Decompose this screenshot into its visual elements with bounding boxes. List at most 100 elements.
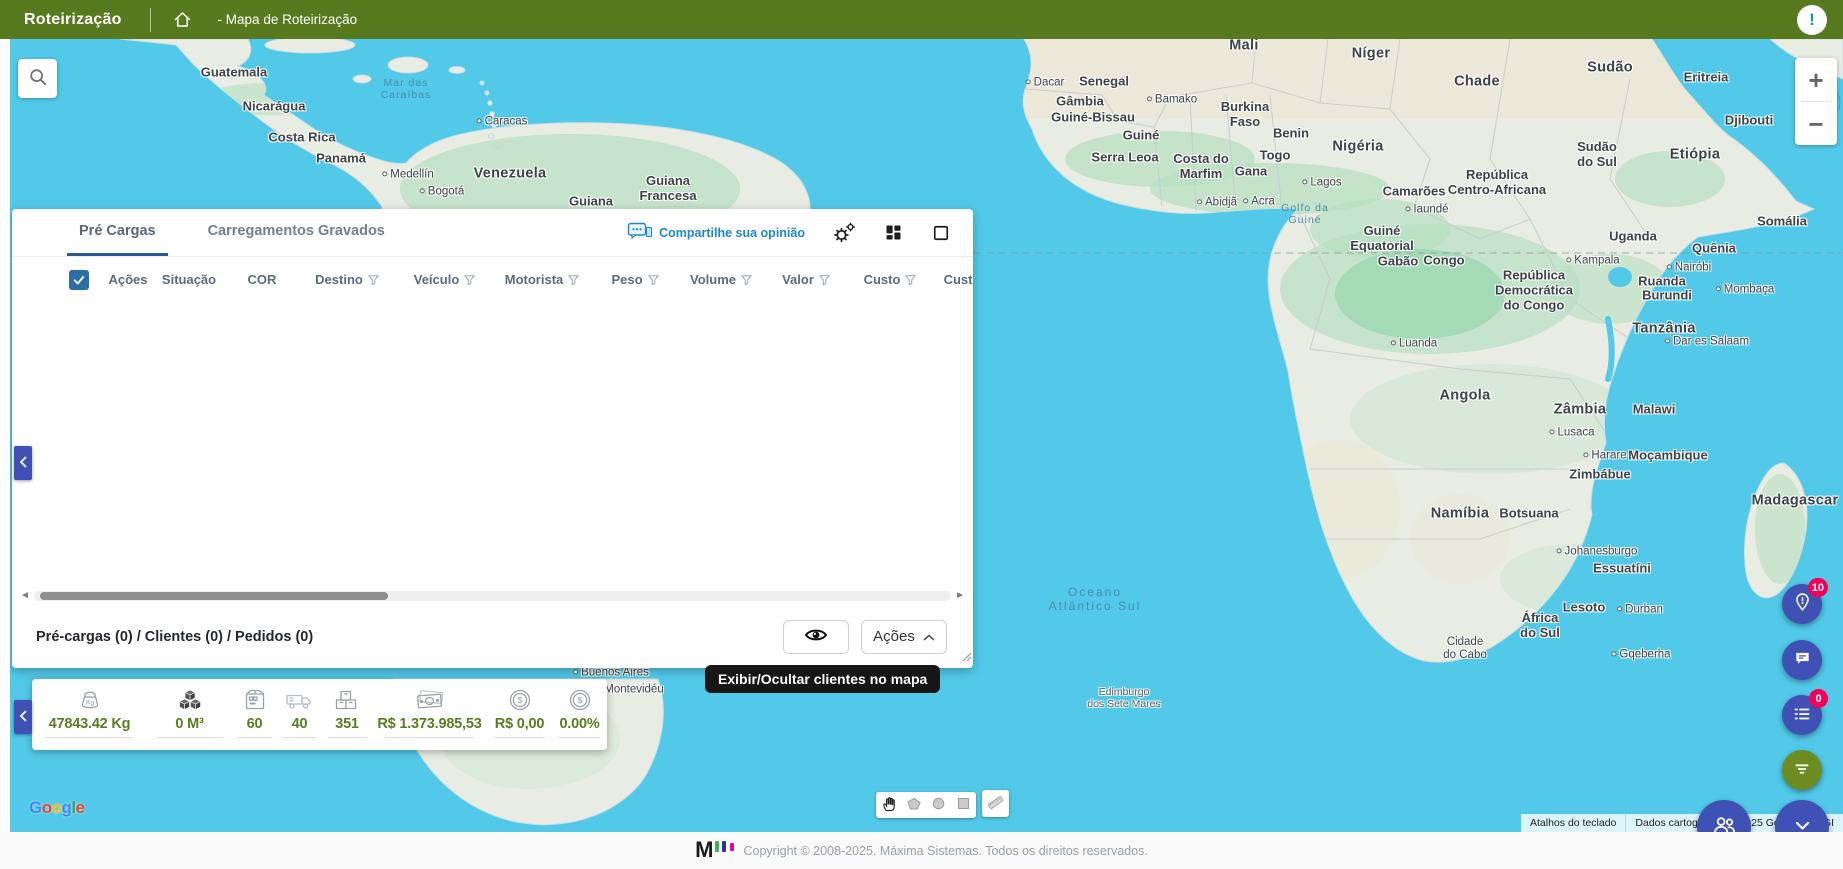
chat-fab[interactable] bbox=[1782, 640, 1822, 680]
expand-square-icon[interactable] bbox=[931, 223, 951, 243]
stat-underline bbox=[385, 737, 475, 738]
circle-tool[interactable] bbox=[926, 792, 951, 818]
stat-value: 47843.42 Kg bbox=[49, 716, 131, 732]
hand-icon bbox=[880, 795, 897, 815]
google-logo-letter: G bbox=[29, 798, 42, 817]
list-fab[interactable]: 0 bbox=[1782, 695, 1822, 735]
panel-footer: Pré-cargas (0) / Clientes (0) / Pedidos … bbox=[12, 605, 973, 668]
page-footer: M Copyright © 2008-2025. Máxima Sistemas… bbox=[0, 832, 1843, 869]
column-header-peso-6[interactable]: Peso bbox=[592, 272, 678, 287]
tab-pre-cargas[interactable]: Pré Cargas bbox=[67, 209, 168, 256]
scrollbar-track[interactable] bbox=[34, 591, 951, 601]
column-label: Motorista bbox=[505, 272, 564, 287]
column-header-destino-3[interactable]: Destino bbox=[297, 272, 397, 287]
rectangle-tool[interactable] bbox=[951, 792, 976, 818]
tab-carregamentos-gravados[interactable]: Carregamentos Gravados bbox=[196, 209, 397, 256]
truck-icon bbox=[284, 685, 316, 713]
measure-ruler-tool[interactable] bbox=[982, 790, 1009, 817]
filter-funnel-icon[interactable] bbox=[464, 274, 475, 286]
chevron-left-icon bbox=[19, 456, 27, 471]
stat-underline bbox=[328, 737, 367, 738]
feedback-link-label: Compartilhe sua opinião bbox=[659, 226, 805, 240]
filter-icon bbox=[1791, 758, 1813, 783]
pan-hand-tool[interactable] bbox=[876, 792, 901, 818]
people-icon bbox=[1711, 812, 1738, 832]
column-header-veiculo-4[interactable]: Veículo bbox=[397, 272, 492, 287]
stat-package: 60 bbox=[232, 685, 277, 750]
location-pin-icon bbox=[1791, 591, 1814, 617]
column-label: Ações bbox=[108, 272, 147, 287]
polygon-tool[interactable] bbox=[901, 792, 926, 818]
column-header-custo-9[interactable]: Custo bbox=[848, 272, 932, 287]
column-label: Volume bbox=[690, 272, 736, 287]
scroll-left-arrow[interactable]: ◄ bbox=[20, 591, 30, 601]
filter-funnel-icon[interactable] bbox=[368, 274, 379, 286]
column-header-cor-2[interactable]: COR bbox=[227, 272, 297, 287]
column-header-valor-8[interactable]: Valor bbox=[764, 272, 848, 287]
column-label: Destino bbox=[315, 272, 363, 287]
zoom-out-button[interactable]: − bbox=[1795, 102, 1837, 145]
filter-funnel-icon[interactable] bbox=[905, 274, 916, 286]
table-header: Ações SituaçãoCOR Destino Veículo Motorista P… bbox=[12, 257, 973, 302]
map-pins-fab[interactable]: 10 bbox=[1782, 584, 1822, 624]
acoes-button-label: Ações bbox=[873, 628, 915, 645]
column-label: Veículo bbox=[414, 272, 460, 287]
pre-cargas-panel: Pré Cargas Carregamentos Gravados Compar… bbox=[12, 209, 973, 668]
stats-bar: Kg47843.42 Kg0 M³6040351R$ 1.373.985,53$… bbox=[32, 679, 607, 750]
column-header-custo-10[interactable]: Custo bbox=[932, 272, 973, 287]
home-icon[interactable] bbox=[173, 10, 192, 29]
banknote-icon bbox=[412, 685, 448, 713]
column-header-situacao-1[interactable]: Situação bbox=[151, 272, 227, 287]
toggle-clients-visibility-button[interactable] bbox=[783, 620, 849, 654]
layout-grid-icon[interactable] bbox=[883, 222, 904, 243]
stats-collapse-button[interactable] bbox=[14, 700, 32, 734]
weight-icon: Kg bbox=[74, 685, 106, 713]
panel-resize-handle[interactable] bbox=[961, 648, 971, 666]
circle-icon bbox=[931, 796, 946, 814]
column-header-motorista-5[interactable]: Motorista bbox=[492, 272, 592, 287]
app: Roteirização - Mapa de Roteirização ! bbox=[0, 0, 1843, 869]
boxes-icon bbox=[331, 685, 363, 713]
column-label: Custo bbox=[864, 272, 901, 287]
google-logo-letter: e bbox=[76, 798, 85, 817]
counts-summary: Pré-cargas (0) / Clientes (0) / Pedidos … bbox=[36, 629, 313, 645]
stat-coin: $R$ 0,00 bbox=[487, 685, 552, 750]
column-header-acoes-0[interactable]: Ações bbox=[105, 272, 151, 287]
stat-value: 0 M³ bbox=[175, 716, 203, 732]
chevron-down-icon bbox=[1789, 812, 1816, 832]
column-label: Custo bbox=[944, 272, 973, 287]
filter-funnel-icon[interactable] bbox=[819, 274, 830, 286]
tab-label: Pré Cargas bbox=[79, 223, 156, 239]
logo-bar-pink bbox=[730, 843, 734, 851]
zoom-in-button[interactable]: + bbox=[1795, 58, 1837, 101]
scroll-right-arrow[interactable]: ► bbox=[955, 591, 965, 601]
panel-collapse-button[interactable] bbox=[14, 446, 32, 480]
square-icon bbox=[956, 796, 971, 814]
feedback-link[interactable]: Compartilhe sua opinião bbox=[627, 221, 805, 244]
filter-funnel-icon[interactable] bbox=[741, 274, 752, 286]
breadcrumb: - Mapa de Roteirização bbox=[218, 12, 358, 27]
keyboard-shortcuts-link[interactable]: Atalhos do teclado bbox=[1521, 814, 1625, 832]
select-all-checkbox[interactable] bbox=[69, 270, 89, 290]
ruler-icon bbox=[986, 793, 1005, 815]
stat-value: 40 bbox=[292, 716, 308, 732]
filter-fab[interactable] bbox=[1782, 750, 1822, 790]
google-logo-letter: o bbox=[52, 798, 62, 817]
map[interactable]: GuatemalaMar das CaraíbasNicaráguaCaraca… bbox=[10, 39, 1843, 832]
stat-weight: Kg 47843.42 Kg bbox=[32, 685, 147, 750]
map-search-button[interactable] bbox=[18, 59, 57, 98]
settings-gears-icon[interactable] bbox=[832, 222, 856, 244]
stat-value: 351 bbox=[335, 716, 359, 732]
filter-funnel-icon[interactable] bbox=[568, 274, 579, 286]
horizontal-scrollbar[interactable]: ◄ ► bbox=[12, 587, 973, 605]
acoes-button[interactable]: Ações bbox=[861, 620, 947, 654]
logo-bar-green bbox=[715, 841, 719, 852]
scrollbar-thumb[interactable] bbox=[40, 592, 389, 600]
column-header-volume-7[interactable]: Volume bbox=[678, 272, 764, 287]
stat-value: 60 bbox=[247, 716, 263, 732]
alert-button[interactable]: ! bbox=[1797, 5, 1827, 35]
topbar-divider bbox=[150, 8, 151, 32]
tooltip: Exibir/Ocultar clientes no mapa bbox=[705, 665, 940, 693]
filter-funnel-icon[interactable] bbox=[648, 274, 659, 286]
polygon-icon bbox=[906, 797, 922, 814]
